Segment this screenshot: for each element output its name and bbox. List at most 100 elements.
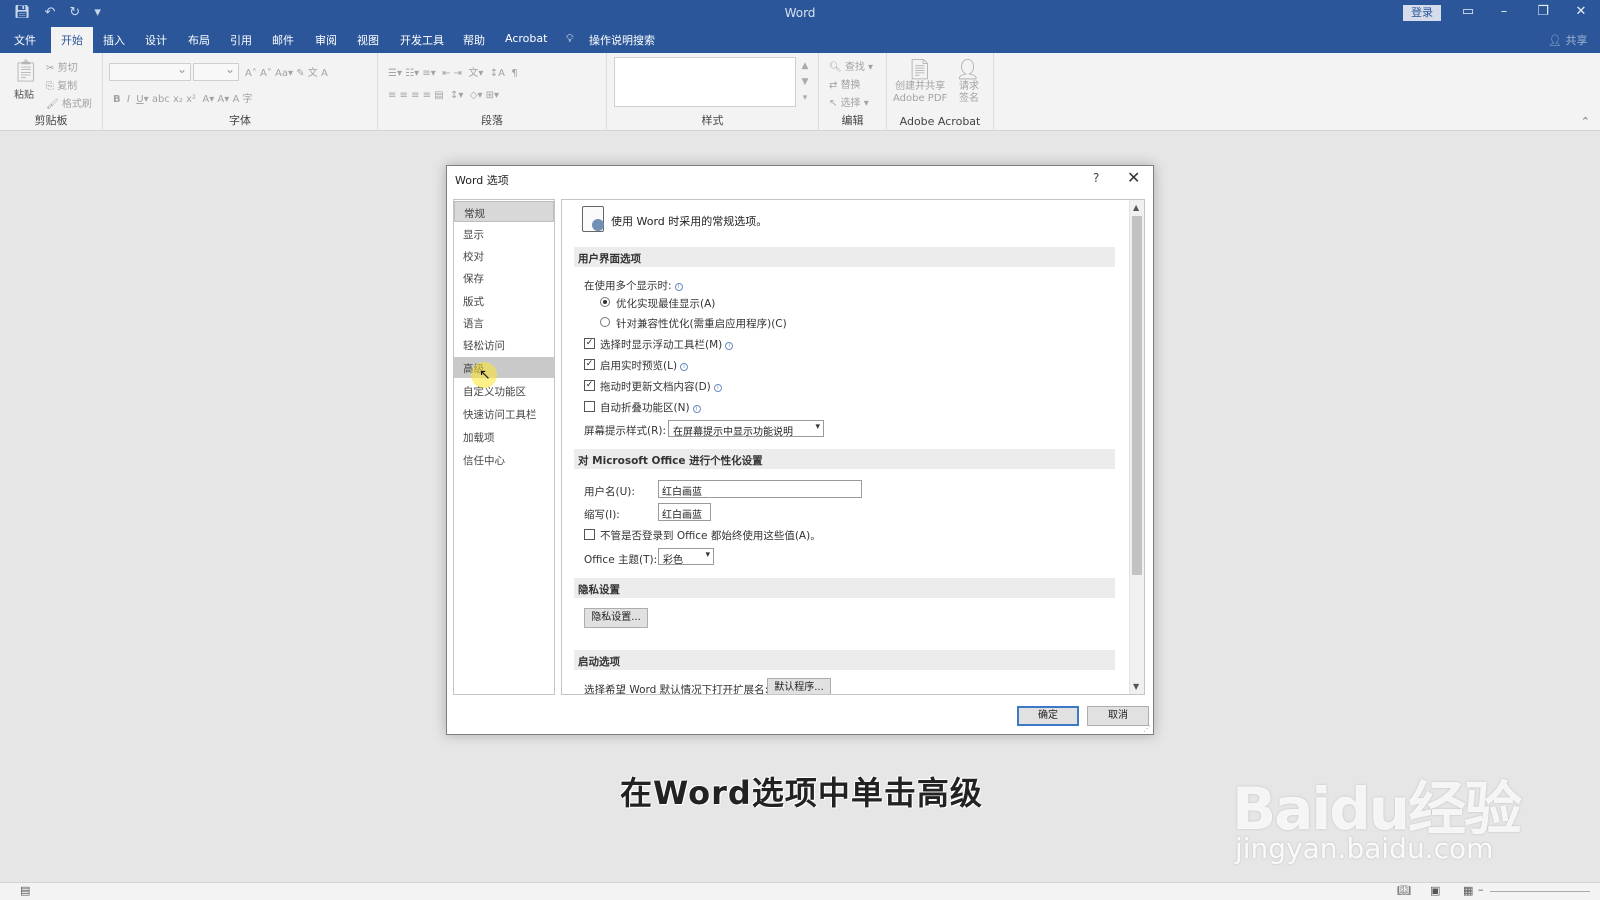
- radio-compat-label[interactable]: 针对兼容性优化(需重启应用程序)(C): [616, 316, 787, 331]
- find-button[interactable]: 🔍︎ 查找 ▾: [829, 58, 873, 73]
- username-input[interactable]: 红白画蓝: [658, 480, 862, 498]
- update-on-drag-text: 拖动时更新文档内容(D): [600, 381, 711, 393]
- content-scrollbar[interactable]: ▲ ▼: [1129, 200, 1144, 694]
- nav-item-accessibility[interactable]: 轻松访问: [454, 334, 554, 355]
- checkbox-live-preview[interactable]: ✓: [584, 359, 595, 370]
- general-options-icon: [582, 206, 604, 232]
- list-buttons[interactable]: ☰▾ ☷▾ ≡▾ ⇤ ⇥ 文▾ ↕A ¶: [388, 64, 518, 79]
- cancel-button[interactable]: 取消: [1087, 706, 1149, 726]
- tab-design[interactable]: 设计: [145, 32, 167, 48]
- radio-optimize-label[interactable]: 优化实现最佳显示(A): [616, 296, 715, 311]
- font-size-combo[interactable]: [193, 62, 239, 81]
- nav-item-add-ins[interactable]: 加载项: [454, 426, 554, 447]
- initials-input[interactable]: 红白画蓝: [658, 503, 711, 521]
- scroll-down-icon[interactable]: ▼: [1133, 682, 1139, 691]
- paste-icon[interactable]: 📋︎: [12, 59, 40, 84]
- checkbox-update-on-drag[interactable]: ✓: [584, 380, 595, 391]
- help-button[interactable]: ?: [1093, 171, 1099, 185]
- checkbox-always-use[interactable]: [584, 529, 595, 540]
- replace-button[interactable]: ⇄ 替换: [829, 76, 861, 91]
- word-options-dialog: Word 选项 ? ✕ 常规 显示 校对 保存 版式 语言 轻松访问 高级 自定…: [446, 165, 1154, 735]
- styles-scroll-arrows[interactable]: ▲ ▼ ▾: [797, 58, 813, 108]
- styles-gallery[interactable]: ▲ ▼ ▾: [614, 57, 808, 107]
- grow-font-icon[interactable]: A˄ A˅ Aa▾ ✎ 文 A: [245, 64, 328, 79]
- tab-review[interactable]: 审阅: [315, 32, 337, 48]
- resize-grip-icon[interactable]: ⋰: [1143, 724, 1151, 733]
- tab-file[interactable]: 文件: [14, 32, 36, 48]
- mini-toolbar-label[interactable]: 选择时显示浮动工具栏(M) i: [600, 337, 734, 352]
- request-sign-icon[interactable]: 👤︎: [955, 57, 980, 81]
- tab-developer[interactable]: 开发工具: [400, 32, 444, 48]
- tab-acrobat[interactable]: Acrobat: [505, 32, 547, 45]
- options-nav: 常规 显示 校对 保存 版式 语言 轻松访问 高级 自定义功能区 快速访问工具栏…: [453, 199, 555, 695]
- checkbox-collapse-ribbon[interactable]: [584, 401, 595, 412]
- format-painter-button[interactable]: 🖌︎ 格式刷: [46, 95, 92, 110]
- create-share-pdf-label[interactable]: 创建并共享 Adobe PDF: [893, 81, 947, 105]
- nav-item-typography[interactable]: 版式: [454, 290, 554, 311]
- group-paragraph: ☰▾ ☷▾ ≡▾ ⇤ ⇥ 文▾ ↕A ¶ ≡ ≡ ≡ ≡ ▤ ↕▾ ◇▾ ⊞▾ …: [378, 53, 607, 131]
- tab-view[interactable]: 视图: [357, 32, 379, 48]
- nav-item-quick-access-toolbar[interactable]: 快速访问工具栏: [454, 403, 554, 424]
- status-bar: ▤ 📖︎ ▣ ▦ –: [0, 882, 1600, 900]
- nav-item-save[interactable]: 保存: [454, 267, 554, 288]
- redo-icon[interactable]: ↻: [69, 5, 80, 20]
- nav-item-display[interactable]: 显示: [454, 223, 554, 244]
- live-preview-label[interactable]: 启用实时预览(L) i: [600, 358, 689, 373]
- select-button[interactable]: ↖ 选择 ▾: [829, 94, 869, 109]
- restore-icon[interactable]: ❐: [1533, 4, 1553, 19]
- nav-item-customize-ribbon[interactable]: 自定义功能区: [454, 380, 554, 401]
- nav-item-general[interactable]: 常规: [454, 201, 554, 222]
- radio-compatibility[interactable]: [600, 317, 610, 327]
- tab-insert[interactable]: 插入: [103, 32, 125, 48]
- tell-me-search[interactable]: 操作说明搜索: [589, 32, 655, 48]
- tab-home[interactable]: 开始: [51, 27, 93, 53]
- ok-button[interactable]: 确定: [1017, 706, 1079, 726]
- collapse-ribbon-label[interactable]: 自动折叠功能区(N) i: [600, 400, 701, 415]
- tab-help[interactable]: 帮助: [463, 32, 485, 48]
- dialog-close-button[interactable]: ✕: [1127, 168, 1140, 187]
- request-sign-label[interactable]: 请求 签名: [959, 81, 979, 105]
- always-use-label[interactable]: 不管是否登录到 Office 都始终使用这些值(A)。: [600, 528, 821, 543]
- cut-button[interactable]: ✂ 剪切: [46, 59, 78, 74]
- nav-item-advanced[interactable]: 高级: [454, 357, 554, 378]
- close-window-icon[interactable]: ✕: [1571, 4, 1591, 19]
- info-icon: i: [680, 363, 689, 371]
- minimize-icon[interactable]: –: [1494, 4, 1514, 19]
- collapse-ribbon-icon[interactable]: ⌃: [1581, 115, 1590, 128]
- font-name-combo[interactable]: [109, 62, 191, 81]
- update-on-drag-label[interactable]: 拖动时更新文档内容(D) i: [600, 379, 722, 394]
- zoom-out-icon[interactable]: –: [1478, 883, 1484, 896]
- scrollbar-thumb[interactable]: [1132, 216, 1142, 575]
- read-mode-icon[interactable]: 📖︎: [1397, 884, 1411, 897]
- login-button[interactable]: 登录: [1403, 5, 1441, 21]
- undo-icon[interactable]: ↶: [45, 5, 56, 20]
- nav-item-proofing[interactable]: 校对: [454, 245, 554, 266]
- customize-qat-icon[interactable]: ▾: [94, 5, 101, 20]
- copy-button[interactable]: ⎘ 复制: [46, 77, 77, 92]
- paste-label[interactable]: 粘贴: [14, 86, 34, 101]
- checkbox-mini-toolbar[interactable]: ✓: [584, 338, 595, 349]
- ribbon-display-options-icon[interactable]: ▭: [1458, 4, 1478, 19]
- save-icon[interactable]: 💾︎: [14, 5, 31, 20]
- web-layout-icon[interactable]: ▦: [1463, 884, 1473, 897]
- scroll-up-icon[interactable]: ▲: [1133, 203, 1139, 212]
- group-label-editing: 编辑: [841, 114, 864, 127]
- tab-layout[interactable]: 布局: [188, 32, 210, 48]
- radio-optimize-display[interactable]: [600, 297, 610, 307]
- screentip-select[interactable]: 在屏幕提示中显示功能说明: [668, 420, 824, 438]
- align-buttons[interactable]: ≡ ≡ ≡ ≡ ▤ ↕▾ ◇▾ ⊞▾: [388, 90, 499, 101]
- create-pdf-icon[interactable]: 📄︎: [907, 57, 932, 81]
- default-programs-button[interactable]: 默认程序...: [767, 678, 831, 694]
- nav-item-language[interactable]: 语言: [454, 312, 554, 333]
- share-button[interactable]: 👤︎ 共享: [1548, 32, 1587, 48]
- proofing-status-icon[interactable]: ▤: [20, 884, 30, 897]
- privacy-settings-button[interactable]: 隐私设置...: [584, 608, 648, 628]
- tab-references[interactable]: 引用: [230, 32, 252, 48]
- zoom-slider[interactable]: [1490, 891, 1590, 892]
- font-format-buttons[interactable]: B I U▾ abc x₂ x² A▾ A▾ A 字: [113, 90, 252, 105]
- group-label-styles: 样式: [701, 114, 724, 127]
- office-theme-select[interactable]: 彩色: [658, 548, 714, 566]
- print-layout-icon[interactable]: ▣: [1430, 884, 1440, 897]
- nav-item-trust-center[interactable]: 信任中心: [454, 449, 554, 470]
- tab-mailings[interactable]: 邮件: [272, 32, 294, 48]
